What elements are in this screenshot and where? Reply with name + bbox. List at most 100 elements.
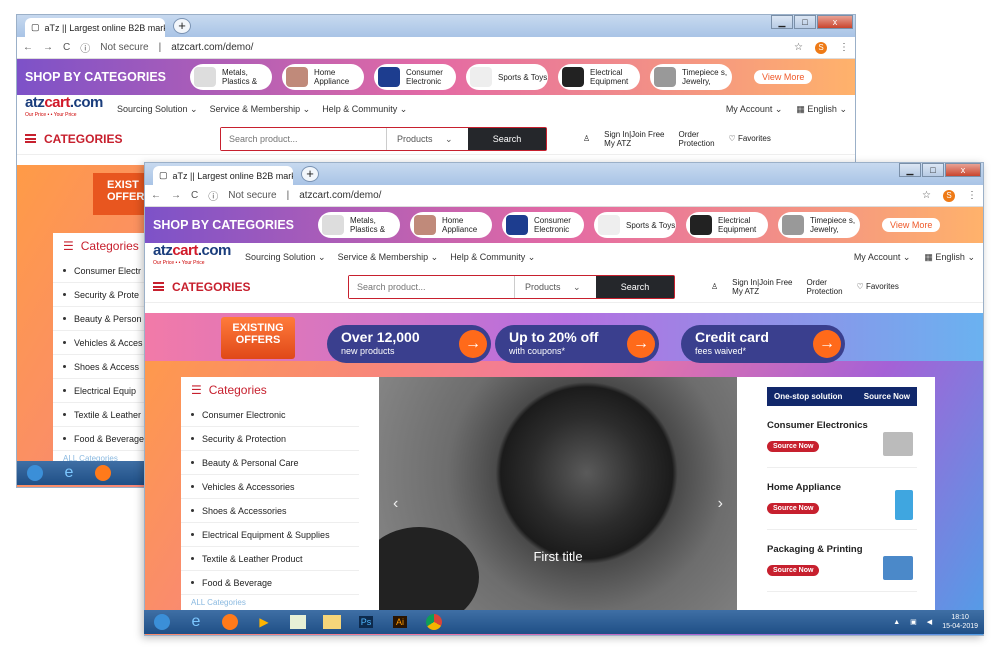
category-pill[interactable]: Sports & Toys [594,212,676,238]
folder-icon[interactable] [318,612,346,632]
category-item[interactable]: Food & Beverage [181,571,359,595]
search-input[interactable] [221,127,386,150]
category-pill[interactable]: Metals, Plastics & [190,64,272,90]
atzcart-logo[interactable]: atzcart.com Our Price • • Your Price [25,95,117,122]
back-icon[interactable]: ← [23,42,33,53]
sign-in-link[interactable]: Sign In|Join Free My ATZ [732,278,792,296]
nav-help[interactable]: Help & Community ⌄ [322,104,407,115]
back-icon[interactable]: ← [151,190,161,201]
info-icon[interactable]: ⓘ [80,40,90,55]
category-pill[interactable]: Sports & Toys [466,64,548,90]
category-item[interactable]: Electrical Equipment & Supplies [181,523,359,547]
source-now-button[interactable]: Source Now [767,503,820,514]
search-scope-select[interactable]: Products ⌄ [386,127,468,150]
profile-avatar[interactable]: S [943,189,955,202]
category-item[interactable]: Textile & Leather [53,403,153,427]
source-now-button[interactable]: Source Now [767,441,820,452]
close-window-button[interactable]: x [945,163,981,177]
clock[interactable]: 18:10 15-04-2019 [942,613,978,631]
category-pill[interactable]: Home Appliance [410,212,492,238]
category-item[interactable]: Shoes & Accessories [181,499,359,523]
language-menu[interactable]: ▦ English ⌄ [924,252,975,263]
my-account-menu[interactable]: My Account ⌄ [726,104,783,115]
source-now-button[interactable]: Source Now [767,565,820,576]
category-item[interactable]: Textile & Leather Product [181,547,359,571]
order-protection[interactable]: Order Protection [807,278,843,296]
language-menu[interactable]: ▦ English ⌄ [796,104,847,115]
search-input[interactable] [349,275,514,298]
chart-app-icon[interactable] [284,612,312,632]
tray-arrow-icon[interactable]: ▲ [893,618,900,627]
media-player-icon[interactable]: ▶ [250,612,278,632]
category-item[interactable]: Vehicles & Accessories [181,475,359,499]
menu-icon[interactable]: ⋮ [967,190,977,201]
category-item[interactable]: Beauty & Personal Care [181,451,359,475]
offer-coupons[interactable]: Up to 20% off with coupons* → [495,325,659,363]
illustrator-icon[interactable]: Ai [386,612,414,632]
category-item[interactable]: Vehicles & Acces [53,331,153,355]
nav-sourcing[interactable]: Sourcing Solution ⌄ [245,252,326,263]
category-item[interactable]: Beauty & Person [53,307,153,331]
nav-sourcing[interactable]: Sourcing Solution ⌄ [117,104,198,115]
categories-toggle[interactable]: CATEGORIES [25,132,220,146]
new-tab-button[interactable]: + [173,18,191,34]
category-pill[interactable]: Consumer Electronic [374,64,456,90]
maximize-button[interactable]: □ [922,163,944,177]
star-icon[interactable]: ☆ [794,42,803,53]
category-item[interactable]: Shoes & Access [53,355,153,379]
user-icon[interactable]: ♙ [711,282,718,291]
new-tab-button[interactable]: + [301,166,319,182]
star-icon[interactable]: ☆ [922,190,931,201]
hero-carousel[interactable]: ‹ › First title [379,377,737,617]
category-pill[interactable]: Electrical Equipment [558,64,640,90]
user-icon[interactable]: ♙ [583,134,590,143]
maximize-button[interactable]: □ [794,15,816,29]
nav-service[interactable]: Service & Membership ⌄ [210,104,311,115]
view-more-button[interactable]: View More [754,70,813,84]
reload-icon[interactable]: C [63,42,70,53]
favorites-link[interactable]: ♡ Favorites [729,134,771,143]
url-field[interactable]: atzcart.com/demo/ [299,190,381,201]
firefox-icon[interactable] [89,463,117,483]
category-pill[interactable]: Consumer Electronic [502,212,584,238]
carousel-prev-icon[interactable]: ‹ [393,495,398,513]
search-button[interactable]: Search [596,275,674,298]
category-item[interactable]: Electrical Equip [53,379,153,403]
browser-tab[interactable]: ▢aTz || Largest online B2B marketp× [25,18,165,37]
all-categories-link[interactable]: ALL Categories [181,595,379,607]
offer-credit-card[interactable]: Credit card fees waived* → [681,325,845,363]
nav-help[interactable]: Help & Community ⌄ [450,252,535,263]
photoshop-icon[interactable]: Ps [352,612,380,632]
chrome-icon[interactable] [420,612,448,632]
menu-icon[interactable]: ⋮ [839,42,849,53]
offer-new-products[interactable]: Over 12,000 new products → [327,325,491,363]
ie-icon[interactable]: e [182,612,210,632]
order-protection[interactable]: Order Protection [679,130,715,148]
start-button[interactable] [148,612,176,632]
my-account-menu[interactable]: My Account ⌄ [854,252,911,263]
minimize-button[interactable]: ▁ [771,15,793,29]
category-pill[interactable]: Metals, Plastics & [318,212,400,238]
category-pill[interactable]: Timepiece s, Jewelry, [650,64,732,90]
atzcart-logo[interactable]: atzcart.com Our Price • • Your Price [153,243,245,270]
category-item[interactable]: Consumer Electronic [181,403,359,427]
url-field[interactable]: atzcart.com/demo/ [171,42,253,53]
network-icon[interactable]: ▣ [910,618,917,627]
category-item[interactable]: Consumer Electr [53,259,153,283]
minimize-button[interactable]: ▁ [899,163,921,177]
info-icon[interactable]: ⓘ [208,188,218,203]
start-button[interactable] [21,463,49,483]
profile-avatar[interactable]: S [815,41,827,54]
search-button[interactable]: Search [468,127,546,150]
sign-in-link[interactable]: Sign In|Join Free My ATZ [604,130,664,148]
close-window-button[interactable]: x [817,15,853,29]
category-pill[interactable]: Home Appliance [282,64,364,90]
category-pill[interactable]: Timepiece s, Jewelry, [778,212,860,238]
forward-icon[interactable]: → [171,190,181,201]
category-item[interactable]: Security & Prote [53,283,153,307]
category-item[interactable]: Food & Beverage [53,427,153,451]
volume-icon[interactable]: ◀ [927,618,932,627]
reload-icon[interactable]: C [191,190,198,201]
forward-icon[interactable]: → [43,42,53,53]
carousel-next-icon[interactable]: › [718,495,723,513]
